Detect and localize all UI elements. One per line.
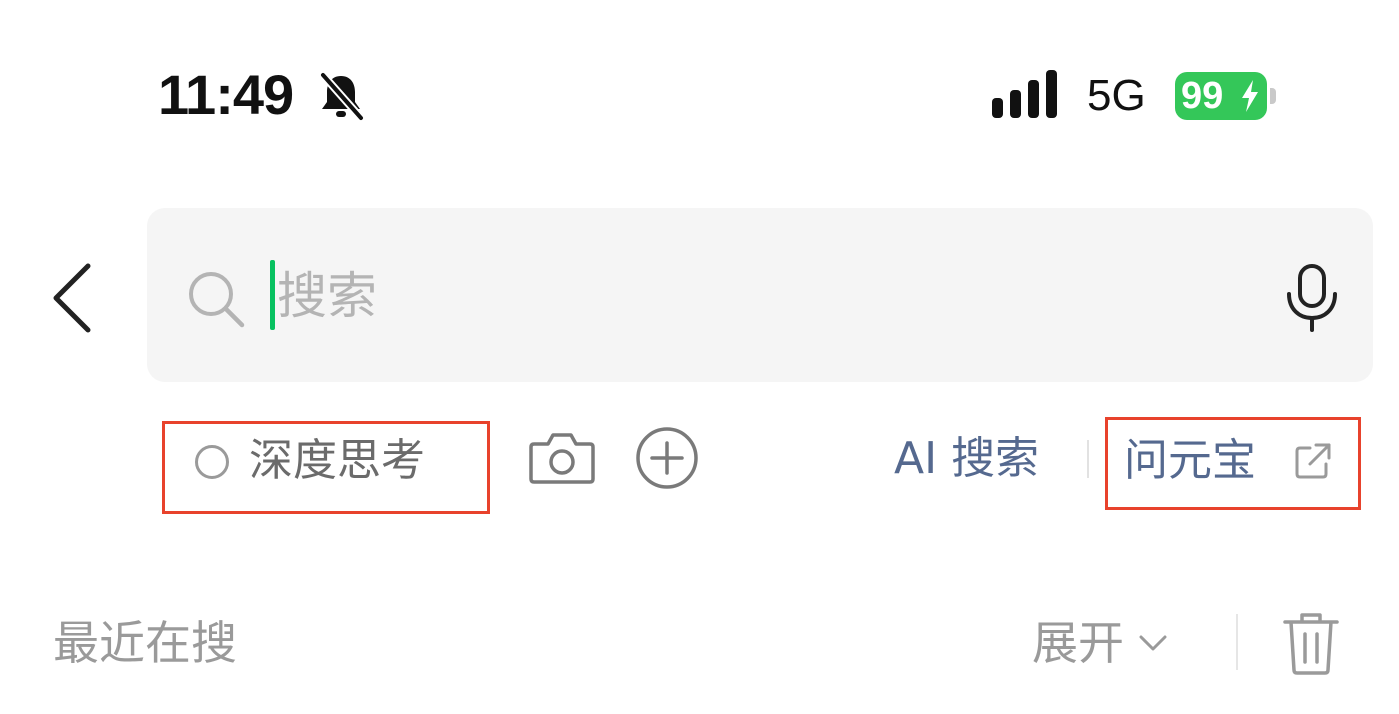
- option-divider: [1087, 440, 1089, 478]
- bell-slash-icon: [319, 71, 365, 122]
- deep-think-toggle[interactable]: 深度思考: [162, 421, 490, 514]
- search-page: 11:49 5G 99 搜索 深度思考 AI 搜索 问元宝 最近在搜 展开: [0, 0, 1399, 714]
- yuanbao-label: 问元宝: [1124, 435, 1256, 486]
- network-label: 5G: [1087, 71, 1146, 120]
- microphone-icon[interactable]: [1279, 262, 1345, 334]
- chevron-down-icon: [1139, 635, 1167, 651]
- lightning-bolt-icon: [1242, 80, 1258, 112]
- trash-icon[interactable]: [1282, 610, 1340, 676]
- expand-label: 展开: [1032, 616, 1124, 670]
- external-link-icon: [1295, 443, 1331, 479]
- text-caret: [270, 260, 275, 330]
- expand-button[interactable]: 展开: [1032, 610, 1169, 676]
- battery-body: 99: [1175, 72, 1267, 120]
- recent-searches-title: 最近在搜: [53, 616, 237, 670]
- camera-icon[interactable]: [528, 428, 596, 486]
- magnifier-icon: [189, 272, 245, 328]
- ai-search-link[interactable]: AI 搜索: [894, 428, 1039, 490]
- search-input[interactable]: [277, 254, 1257, 338]
- search-bar[interactable]: [147, 208, 1373, 382]
- plus-circle-icon[interactable]: [634, 425, 700, 491]
- radio-circle-icon: [195, 445, 229, 479]
- deep-think-label: 深度思考: [249, 435, 425, 486]
- battery-cap: [1270, 88, 1276, 104]
- battery-indicator: 99: [1175, 72, 1279, 120]
- status-time: 11:49: [158, 63, 294, 126]
- signal-icon: [992, 70, 1057, 118]
- recent-divider: [1236, 614, 1238, 670]
- battery-level: 99: [1181, 75, 1224, 117]
- ask-yuanbao-link[interactable]: 问元宝: [1105, 417, 1361, 510]
- back-chevron-icon[interactable]: [40, 258, 110, 338]
